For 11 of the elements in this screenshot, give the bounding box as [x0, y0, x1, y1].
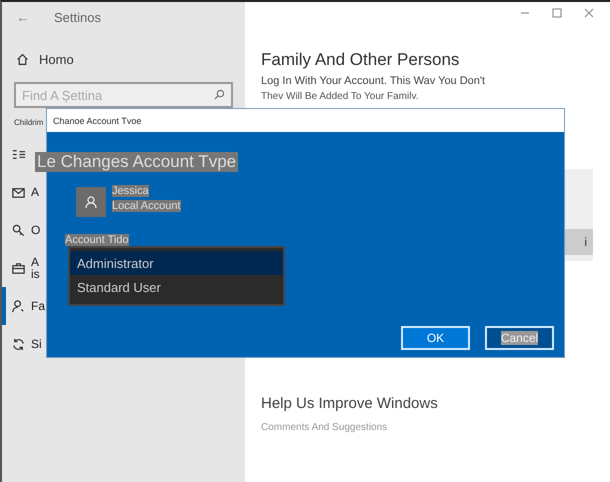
- page-title: Family And Other Persons: [261, 50, 460, 70]
- dialog-title: Chanoe Account Tvoe: [47, 109, 564, 132]
- dialog-heading: Le Changes Account Tvpe: [35, 152, 238, 172]
- field-label: Account Tido: [65, 234, 129, 246]
- description-text: Thev Will Be Added To Your Familv.: [261, 91, 420, 102]
- section-label: Childrim: [14, 118, 44, 127]
- window-title: Settinos: [54, 10, 101, 24]
- account-type-text: Local Account: [112, 200, 180, 212]
- user-name: Jessica: [112, 185, 149, 197]
- description-text: Log In With Your Account. This Wav You Don't: [261, 75, 486, 87]
- section-title: Help Us Improve Windows: [261, 395, 439, 412]
